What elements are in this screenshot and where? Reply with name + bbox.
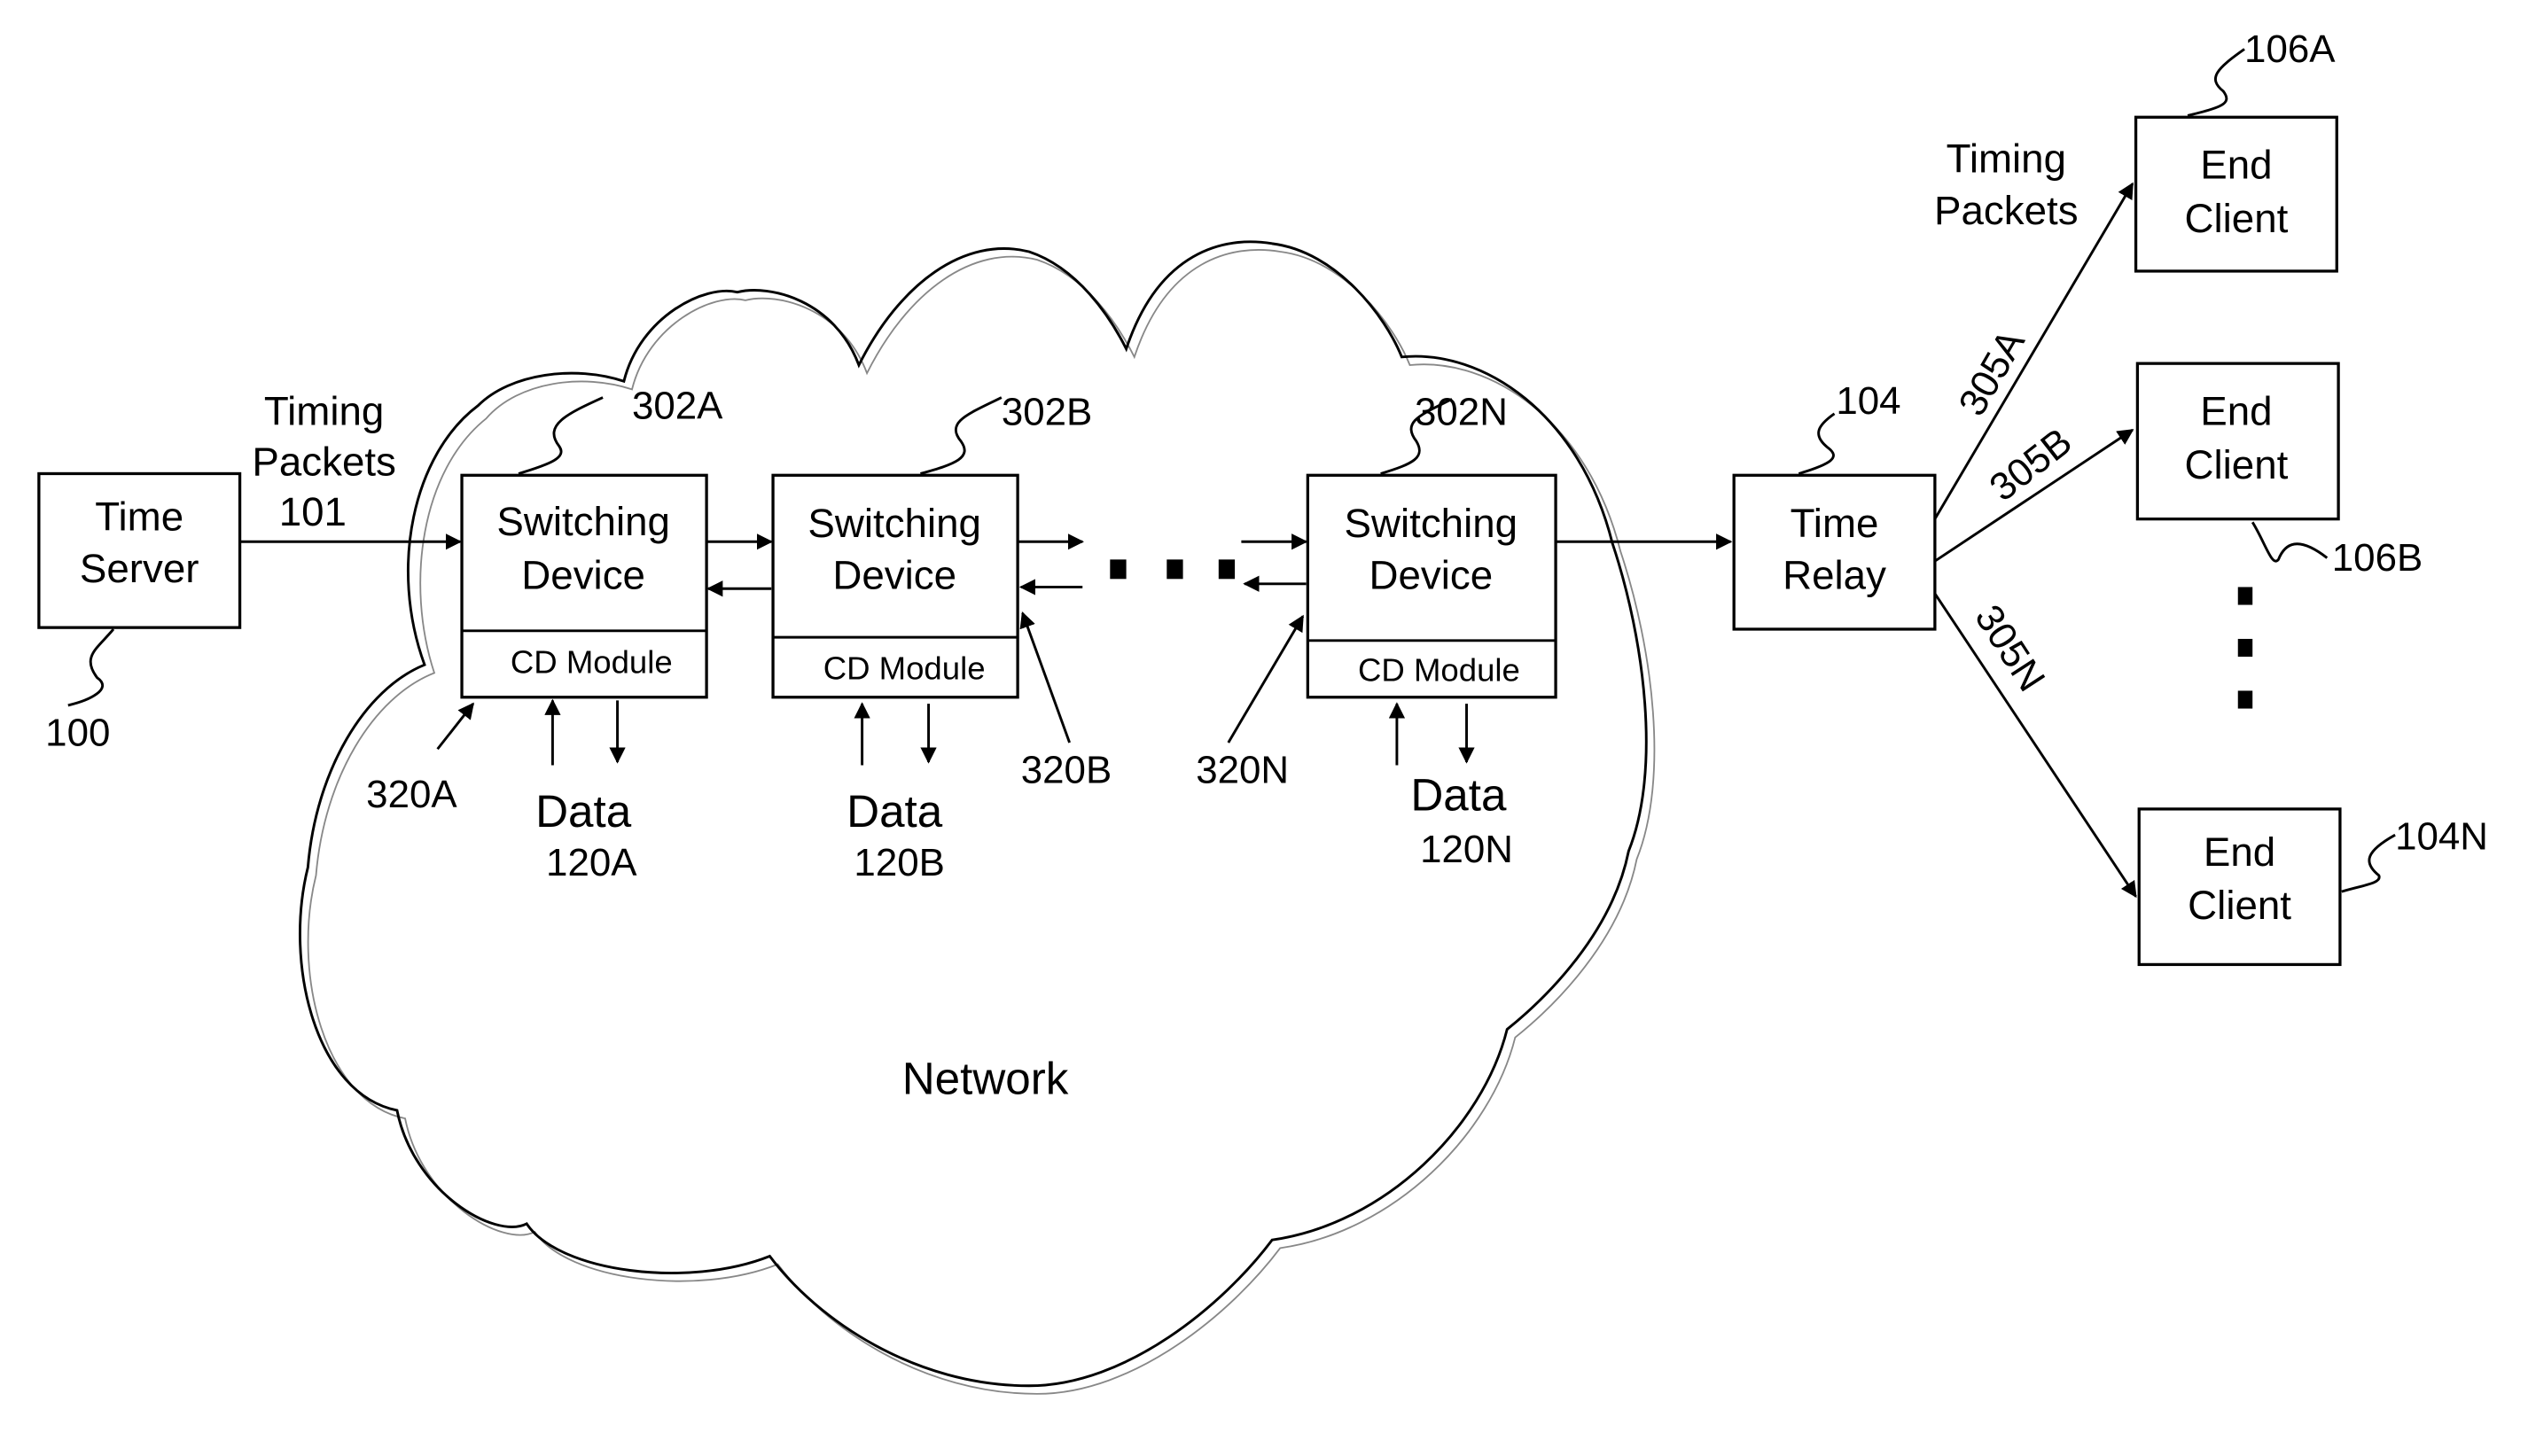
ref-106a: 106A xyxy=(2244,27,2336,71)
data-ref-b: 120B xyxy=(854,841,944,884)
end-client-n-line1: End xyxy=(2204,829,2275,875)
data-label-b: Data xyxy=(847,786,943,837)
ref-305n: 305N xyxy=(1966,597,2053,699)
switching-device-b[interactable]: Switching Device CD Module xyxy=(771,473,1019,699)
end-client-a[interactable]: End Client xyxy=(2134,115,2338,273)
timing-packets-in-line1: Timing xyxy=(264,389,384,434)
switching-device-n[interactable]: Switching Device CD Module xyxy=(1306,473,1557,699)
ref-leader-106a xyxy=(2187,48,2245,117)
arrow-320b xyxy=(1019,611,1071,744)
end-client-a-line2: Client xyxy=(2185,196,2289,241)
ref-302a: 302A xyxy=(632,384,723,427)
timing-packets-in-line2: Packets xyxy=(252,439,396,484)
ref-leader-106b xyxy=(2251,521,2329,563)
switching-device-a[interactable]: Switching Device CD Module xyxy=(460,473,708,699)
ref-leader-302b xyxy=(920,396,1003,475)
network-label: Network xyxy=(902,1054,1069,1104)
time-server[interactable]: Time Server xyxy=(37,471,242,629)
network-timing-diagram: Network Time Server 100 Timing Packets 1… xyxy=(37,27,2488,1395)
arrow-320n xyxy=(1227,614,1305,744)
end-client-b[interactable]: End Client xyxy=(2135,362,2340,521)
ref-leader-104n xyxy=(2341,833,2396,893)
end-client-n[interactable]: End Client xyxy=(2137,807,2342,967)
switching-device-n-line1: Switching xyxy=(1345,501,1518,546)
timing-packets-out-line1: Timing xyxy=(1947,136,2066,181)
arrow-320a xyxy=(436,702,474,751)
end-client-a-line1: End xyxy=(2200,143,2272,188)
switching-device-n-line2: Device xyxy=(1369,552,1493,597)
ref-leader-104 xyxy=(1798,412,1836,475)
timing-packets-in-ref: 101 xyxy=(279,489,347,534)
ref-320n: 320N xyxy=(1196,749,1289,792)
end-client-b-line2: Client xyxy=(2185,442,2289,487)
data-label-n: Data xyxy=(1410,770,1507,821)
ref-104: 104 xyxy=(1836,379,1900,423)
timing-packets-out-line2: Packets xyxy=(1934,188,2079,233)
ref-320a: 320A xyxy=(366,773,457,816)
end-client-n-line2: Client xyxy=(2188,883,2291,928)
cd-module-n: CD Module xyxy=(1358,651,1520,688)
time-relay-line1: Time xyxy=(1791,501,1879,546)
data-ref-a: 120A xyxy=(546,841,637,884)
cd-module-b: CD Module xyxy=(823,650,986,687)
ref-leader-100 xyxy=(67,628,115,707)
data-ref-n: 120N xyxy=(1420,828,1513,871)
switching-device-b-line2: Device xyxy=(832,552,956,597)
ref-106b: 106B xyxy=(2332,536,2423,580)
switching-device-a-line2: Device xyxy=(521,552,645,597)
link-305n xyxy=(1933,592,2137,899)
time-server-label-line2: Server xyxy=(80,546,199,591)
time-server-label-line1: Time xyxy=(95,494,183,539)
ref-100: 100 xyxy=(45,712,110,755)
ref-320b: 320B xyxy=(1021,749,1112,792)
time-relay[interactable]: Time Relay xyxy=(1732,473,1937,631)
switching-device-a-line1: Switching xyxy=(496,499,670,544)
ref-302n: 302N xyxy=(1415,391,1508,434)
time-relay-line2: Relay xyxy=(1783,552,1886,597)
ref-104n: 104N xyxy=(2395,815,2488,859)
vertical-ellipsis-icon xyxy=(2237,587,2253,709)
ref-leader-302a xyxy=(518,396,604,475)
end-client-b-line1: End xyxy=(2200,389,2272,434)
switching-device-b-line1: Switching xyxy=(808,501,981,546)
ref-302b: 302B xyxy=(1002,391,1092,434)
data-label-a: Data xyxy=(535,786,632,837)
ellipsis-icon xyxy=(1110,559,1236,580)
cd-module-a: CD Module xyxy=(511,643,673,680)
